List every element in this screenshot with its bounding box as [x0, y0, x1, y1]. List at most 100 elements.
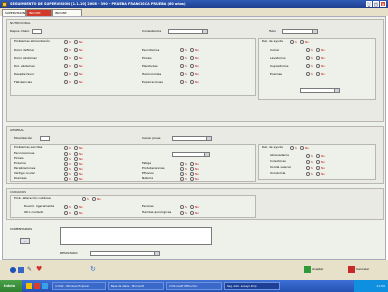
- task-item[interactable]: 4 Chat - Windows Explorer: [52, 282, 106, 290]
- start-button[interactable]: Inicio: [0, 280, 22, 292]
- yes-radio[interactable]: [180, 72, 184, 76]
- gen-problemas-yes-radio[interactable]: [64, 146, 68, 150]
- del-ayuda-no-radio[interactable]: [300, 40, 304, 44]
- quicklaunch-icon[interactable]: [42, 283, 48, 289]
- task-item[interactable]: 2 Microsoft Office Doc: [166, 282, 222, 290]
- maximize-button[interactable]: □: [373, 1, 379, 7]
- movilizacion-input[interactable]: [40, 136, 50, 141]
- no-radio[interactable]: [74, 80, 78, 84]
- yes-radio[interactable]: [64, 48, 68, 52]
- no-radio[interactable]: [316, 72, 320, 76]
- yes-radio[interactable]: [64, 205, 68, 209]
- aceptar-button[interactable]: Aceptar: [304, 265, 324, 274]
- peso-input[interactable]: [32, 29, 42, 34]
- yes-radio[interactable]: [180, 64, 184, 68]
- gen-del-yes-radio[interactable]: [290, 146, 294, 150]
- no-radio[interactable]: [74, 157, 78, 161]
- no-radio[interactable]: [190, 177, 194, 181]
- refresh-icon[interactable]: ↻: [90, 265, 96, 273]
- edit-icon[interactable]: ✎: [27, 266, 32, 273]
- yes-radio[interactable]: [64, 172, 68, 176]
- task-item[interactable]: Base de datos - Microsoft: [108, 282, 164, 290]
- yes-radio[interactable]: [180, 48, 184, 52]
- document-icon[interactable]: [18, 267, 24, 273]
- close-button[interactable]: ×: [380, 1, 386, 7]
- no-radio[interactable]: [74, 56, 78, 60]
- favorite-icon[interactable]: ♥: [36, 265, 42, 273]
- no-radio[interactable]: [190, 162, 194, 166]
- no-radio[interactable]: [74, 152, 78, 156]
- back-icon[interactable]: [10, 267, 16, 273]
- no-radio[interactable]: [316, 64, 320, 68]
- yes-radio[interactable]: [64, 167, 68, 171]
- yes-radio[interactable]: [306, 72, 310, 76]
- quicklaunch-icon[interactable]: [34, 283, 40, 289]
- yes-radio[interactable]: [306, 172, 310, 176]
- cuid-yes-radio[interactable]: [82, 197, 86, 201]
- tab-incont-alim[interactable]: INCONT. ALIM.: [26, 9, 52, 22]
- yes-radio[interactable]: [306, 48, 310, 52]
- no-radio[interactable]: [74, 72, 78, 76]
- no-radio[interactable]: [74, 172, 78, 176]
- yes-radio[interactable]: [306, 56, 310, 60]
- quicklaunch-icon[interactable]: [26, 283, 32, 289]
- no-radio[interactable]: [74, 211, 78, 215]
- no-radio[interactable]: [316, 160, 320, 164]
- no-radio[interactable]: [190, 56, 194, 60]
- tubo-select[interactable]: [282, 29, 318, 34]
- general-extra-select[interactable]: [172, 152, 210, 157]
- no-radio[interactable]: [74, 205, 78, 209]
- minimize-button[interactable]: _: [366, 1, 372, 7]
- no-radio[interactable]: [316, 166, 320, 170]
- yes-radio[interactable]: [306, 154, 310, 158]
- comentarios-more-button[interactable]: ...: [20, 238, 30, 244]
- no-radio[interactable]: [74, 167, 78, 171]
- yes-radio[interactable]: [64, 72, 68, 76]
- tab-supervision[interactable]: SUPERVISION: [2, 9, 26, 16]
- yes-radio[interactable]: [64, 177, 68, 181]
- no-radio[interactable]: [74, 64, 78, 68]
- no-radio[interactable]: [190, 172, 194, 176]
- yes-radio[interactable]: [64, 80, 68, 84]
- cancelar-button[interactable]: Cancelar: [348, 265, 369, 274]
- yes-radio[interactable]: [64, 211, 68, 215]
- yes-radio[interactable]: [64, 64, 68, 68]
- no-radio[interactable]: [190, 211, 194, 215]
- yes-radio[interactable]: [306, 166, 310, 170]
- problemas-yes-radio[interactable]: [64, 40, 68, 44]
- gen-del-no-radio[interactable]: [300, 146, 304, 150]
- no-radio[interactable]: [316, 56, 320, 60]
- no-radio[interactable]: [190, 72, 194, 76]
- no-radio[interactable]: [74, 177, 78, 181]
- no-radio[interactable]: [190, 167, 194, 171]
- tab-incont-urinar[interactable]: INCONT. URINAR.: [52, 9, 82, 22]
- no-radio[interactable]: [316, 172, 320, 176]
- problemas-no-radio[interactable]: [74, 40, 78, 44]
- yes-radio[interactable]: [180, 162, 184, 166]
- no-radio[interactable]: [316, 48, 320, 52]
- canal-select[interactable]: [172, 136, 212, 141]
- yes-radio[interactable]: [180, 56, 184, 60]
- task-item[interactable]: Seg. alim. ensayo.bmp: [224, 282, 280, 290]
- yes-radio[interactable]: [64, 157, 68, 161]
- consistencia-select[interactable]: [168, 29, 208, 34]
- yes-radio[interactable]: [180, 80, 184, 84]
- yes-radio[interactable]: [180, 167, 184, 171]
- gen-problemas-no-radio[interactable]: [74, 146, 78, 150]
- no-radio[interactable]: [74, 48, 78, 52]
- yes-radio[interactable]: [180, 211, 184, 215]
- yes-radio[interactable]: [180, 172, 184, 176]
- comentarios-textarea[interactable]: [60, 227, 212, 245]
- no-radio[interactable]: [316, 154, 320, 158]
- yes-radio[interactable]: [180, 205, 184, 209]
- yes-radio[interactable]: [64, 56, 68, 60]
- yes-radio[interactable]: [306, 160, 310, 164]
- colostomia-select[interactable]: [300, 88, 340, 93]
- no-radio[interactable]: [190, 64, 194, 68]
- no-radio[interactable]: [190, 205, 194, 209]
- resultado-select[interactable]: [90, 251, 160, 256]
- yes-radio[interactable]: [306, 64, 310, 68]
- yes-radio[interactable]: [64, 152, 68, 156]
- no-radio[interactable]: [190, 48, 194, 52]
- yes-radio[interactable]: [180, 177, 184, 181]
